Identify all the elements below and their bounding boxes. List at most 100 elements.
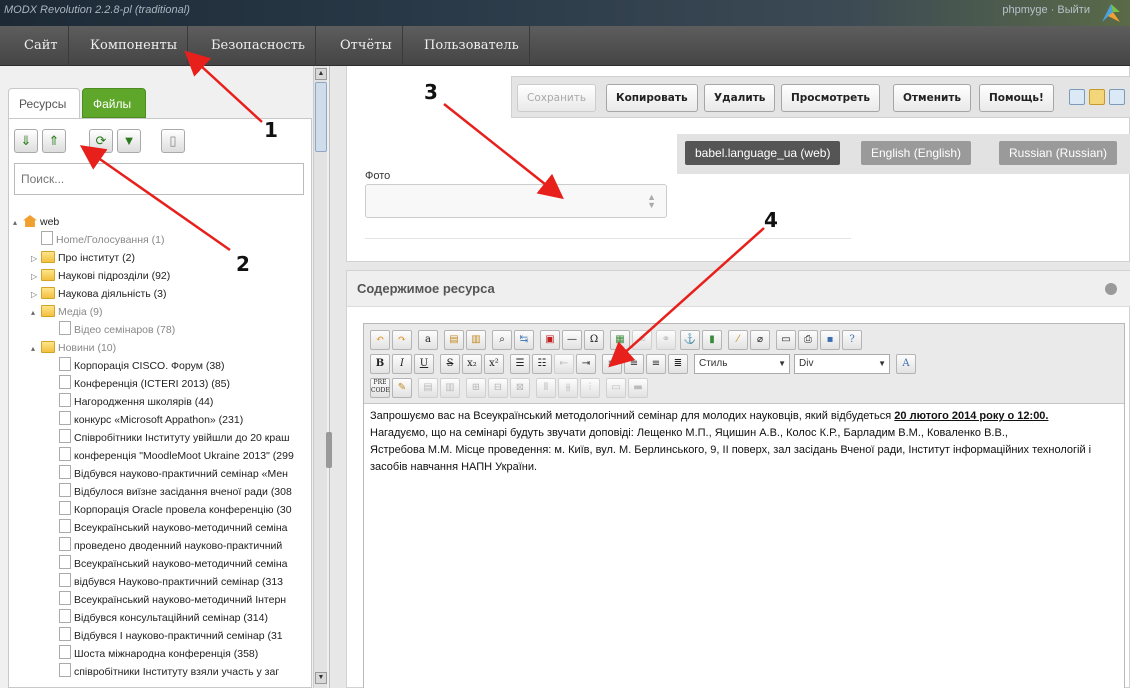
eraser-icon[interactable]: ⌀: [750, 330, 770, 350]
paste-icon[interactable]: ▤: [444, 330, 464, 350]
tab-resources[interactable]: Ресурсы: [8, 88, 80, 118]
insert-row-before-icon[interactable]: ⊞: [466, 378, 486, 398]
tree-node[interactable]: проведено дводенний науково-практичний: [9, 537, 313, 555]
tree-node[interactable]: Всеукраїнський науково-методичний Інтерн: [9, 591, 313, 609]
scroll-up-icon[interactable]: ▲: [315, 68, 327, 80]
italic-icon[interactable]: I: [392, 354, 412, 374]
tab-files[interactable]: Файлы: [82, 88, 146, 118]
tree-node[interactable]: Конференція (ICTERI 2013) (85): [9, 375, 313, 393]
editor-content[interactable]: Запрошуємо вас на Всеукраїнський методол…: [370, 408, 1118, 476]
preview-button[interactable]: Просмотреть: [781, 84, 880, 112]
pre-code-icon[interactable]: PRE CODE: [370, 378, 390, 398]
help-icon[interactable]: ?: [842, 330, 862, 350]
delete-row-icon[interactable]: ⊠: [510, 378, 530, 398]
select-all-icon[interactable]: a: [418, 330, 438, 350]
insert-col-after-icon[interactable]: ⫵: [558, 378, 578, 398]
tree-node[interactable]: конференція "MoodleMoot Ukraine 2013" (2…: [9, 447, 313, 465]
template-icon[interactable]: ▭: [776, 330, 796, 350]
user-info[interactable]: phpmyge · Выйти: [1002, 4, 1090, 16]
merge-cells-icon[interactable]: ▬: [628, 378, 648, 398]
table-cell-props-icon[interactable]: ▥: [440, 378, 460, 398]
tree-node[interactable]: Корпорація CISCO. Форум (38): [9, 357, 313, 375]
numbered-list-icon[interactable]: ☷: [532, 354, 552, 374]
align-left-icon[interactable]: ≡: [602, 354, 622, 374]
tree-node[interactable]: ▷ Наукова діяльність (3): [9, 285, 313, 303]
refresh-icon[interactable]: ⟳: [89, 129, 113, 153]
paste-text-icon[interactable]: ▥: [466, 330, 486, 350]
window-icon[interactable]: [1109, 89, 1125, 105]
nav-user[interactable]: Пользователь: [414, 26, 530, 66]
split-cells-icon[interactable]: ▭: [606, 378, 626, 398]
layout-icon[interactable]: [1069, 89, 1085, 105]
insert-table-icon[interactable]: ▦: [610, 330, 630, 350]
tree-node[interactable]: ▷ Про інститут (2): [9, 249, 313, 267]
print-icon[interactable]: ⎙: [798, 330, 818, 350]
tree-node[interactable]: ▴ web: [9, 213, 313, 231]
underline-icon[interactable]: U: [414, 354, 434, 374]
edit-icon[interactable]: [1089, 89, 1105, 105]
insert-row-after-icon[interactable]: ⊟: [488, 378, 508, 398]
tree-node[interactable]: ▴ Медіа (9): [9, 303, 313, 321]
nav-reports[interactable]: Отчёты: [330, 26, 403, 66]
help-button[interactable]: Помощь!: [979, 84, 1054, 112]
delete-col-icon[interactable]: ⫶: [580, 378, 600, 398]
language-english[interactable]: English (English): [861, 141, 972, 165]
tree-toggle-icon[interactable]: ▷: [31, 286, 41, 303]
tree-toggle-icon[interactable]: ▷: [31, 250, 41, 267]
tree-toggle-icon[interactable]: ▴: [31, 304, 41, 321]
copy-button[interactable]: Копировать: [606, 84, 698, 112]
bold-icon[interactable]: B: [370, 354, 390, 374]
unlink-icon[interactable]: ∞: [632, 330, 652, 350]
tree-node[interactable]: Співробітники Інституту увійшли до 20 кр…: [9, 429, 313, 447]
bullet-list-icon[interactable]: ☰: [510, 354, 530, 374]
anchor-icon[interactable]: ⚓: [680, 330, 700, 350]
trash-icon[interactable]: ▯: [161, 129, 185, 153]
tree-node[interactable]: Відбувся консультаційний семінар (314): [9, 609, 313, 627]
find-icon[interactable]: ⌕: [492, 330, 512, 350]
outdent-icon[interactable]: ⇤: [554, 354, 574, 374]
align-justify-icon[interactable]: ≣: [668, 354, 688, 374]
spellcheck-icon[interactable]: A: [896, 354, 916, 374]
cancel-button[interactable]: Отменить: [893, 84, 972, 112]
media-icon[interactable]: ▮: [702, 330, 722, 350]
resource-content-header[interactable]: Содержимое ресурса: [347, 271, 1130, 307]
tree-node[interactable]: ▷ Наукові підрозділи (92): [9, 267, 313, 285]
tree-node[interactable]: Відбувся науково-практичний семінар «Мен: [9, 465, 313, 483]
nav-site[interactable]: Сайт: [14, 26, 69, 66]
edit-snippet-icon[interactable]: ✎: [392, 378, 412, 398]
insert-col-before-icon[interactable]: ⫴: [536, 378, 556, 398]
arrow-up-icon[interactable]: ⇑: [42, 129, 66, 153]
strikethrough-icon[interactable]: S: [440, 354, 460, 374]
search-input[interactable]: [14, 163, 304, 195]
tree-node[interactable]: Нагородження школярів (44): [9, 393, 313, 411]
tree-toggle-icon[interactable]: ▷: [31, 268, 41, 285]
tree-node[interactable]: Шоста міжнародна конференція (358): [9, 645, 313, 663]
tree-toggle-icon[interactable]: ▴: [13, 214, 23, 231]
sort-icon[interactable]: ▼: [117, 129, 141, 153]
tree-node[interactable]: Всеукраїнський науково-методичний семіна: [9, 519, 313, 537]
tree-node[interactable]: співробітники Інституту взяли участь у з…: [9, 663, 313, 681]
html-icon[interactable]: ▪: [820, 330, 840, 350]
tree-node[interactable]: Відбувся І науково-практичний семінар (3…: [9, 627, 313, 645]
tree-node[interactable]: Home/Голосування (1): [9, 231, 313, 249]
language-russian[interactable]: Russian (Russian): [999, 141, 1118, 165]
format-select[interactable]: Div ▼: [794, 354, 890, 374]
replace-icon[interactable]: ↹: [514, 330, 534, 350]
align-center-icon[interactable]: ≡: [624, 354, 644, 374]
align-right-icon[interactable]: ≡: [646, 354, 666, 374]
save-button[interactable]: Сохранить: [517, 84, 597, 112]
brush-icon[interactable]: ⁄: [728, 330, 748, 350]
undo-icon[interactable]: ↶: [370, 330, 390, 350]
delete-button[interactable]: Удалить: [704, 84, 776, 112]
horizontal-rule-icon[interactable]: —: [562, 330, 582, 350]
nav-components[interactable]: Компоненты: [80, 26, 189, 66]
cleanup-icon[interactable]: ▣: [540, 330, 560, 350]
tree-node[interactable]: ▴ Новини (10): [9, 339, 313, 357]
indent-icon[interactable]: ⇥: [576, 354, 596, 374]
redo-icon[interactable]: ↷: [392, 330, 412, 350]
tree-toggle-icon[interactable]: ▴: [31, 340, 41, 357]
scroll-down-icon[interactable]: ▼: [315, 672, 327, 684]
language-ua[interactable]: babel.language_ua (web): [685, 141, 841, 165]
tree-node[interactable]: відбувся Науково-практичний семінар (313: [9, 573, 313, 591]
nav-security[interactable]: Безопасность: [201, 26, 316, 66]
